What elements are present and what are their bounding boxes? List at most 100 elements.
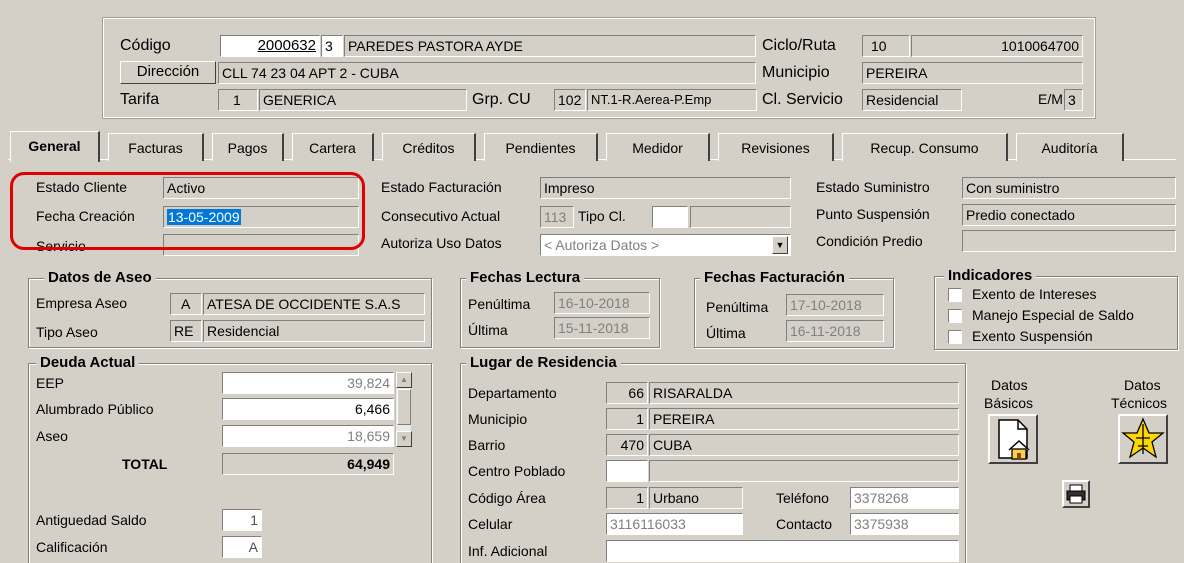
res-municipio-label: Municipio <box>468 411 528 427</box>
autoriza-select[interactable]: < Autoriza Datos > ▼ <box>540 234 791 256</box>
tipo-aseo-field: Residencial <box>203 320 425 342</box>
lectura-ultima-field: 15-11-2018 <box>554 317 650 339</box>
datos-basicos-label-1: Datos <box>991 377 1028 393</box>
celular-field[interactable]: 3116116033 <box>606 513 743 535</box>
municipio-header-label: Municipio <box>762 64 830 81</box>
codigo-field[interactable]: 2000632 <box>220 35 320 57</box>
condicion-predio-label: Condición Predio <box>816 233 923 249</box>
telefono-field[interactable]: 3378268 <box>850 487 959 509</box>
scroll-down-icon[interactable]: ▼ <box>396 431 412 447</box>
barrio-code-field: 470 <box>606 434 648 456</box>
consecutivo-label: Consecutivo Actual <box>381 208 501 224</box>
deuda-aseo-value: 18,659 <box>222 425 394 447</box>
facturacion-penultima-label: Penúltima <box>706 299 769 315</box>
direccion-button[interactable]: Dirección <box>120 61 216 84</box>
inf-adicional-field[interactable] <box>606 540 959 562</box>
facturacion-penultima-field: 17-10-2018 <box>786 294 884 316</box>
tipo-cl-desc-field <box>690 206 791 228</box>
ciclo-ruta-label: Ciclo/Ruta <box>762 37 836 54</box>
condicion-predio-field <box>962 230 1176 252</box>
centro-poblado-code-field[interactable] <box>606 460 648 482</box>
punto-suspension-label: Punto Suspensión <box>816 206 930 222</box>
scroll-up-icon[interactable]: ▲ <box>396 372 412 388</box>
deuda-title: Deuda Actual <box>36 354 140 371</box>
datos-basicos-label-2: Básicos <box>984 395 1034 411</box>
direccion-field: CLL 74 23 04 APT 2 - CUBA <box>218 62 756 84</box>
res-municipio-field: PEREIRA <box>649 408 959 430</box>
tab-facturas[interactable]: Facturas <box>108 133 204 161</box>
residencia-title: Lugar de Residencia <box>466 354 621 371</box>
exento-intereses-checkbox[interactable] <box>948 288 962 302</box>
fechas-facturacion-title: Fechas Facturación <box>700 269 849 286</box>
contacto-label: Contacto <box>776 516 833 532</box>
deuda-total-value: 64,949 <box>222 453 394 475</box>
departamento-code-field: 66 <box>606 382 648 404</box>
tab-general[interactable]: General <box>10 131 100 162</box>
datos-tecnicos-label-1: Datos <box>1124 377 1161 393</box>
centro-poblado-field <box>649 460 959 482</box>
printer-icon <box>1066 484 1086 504</box>
codigo-area-field: Urbano <box>649 487 743 509</box>
barrio-field: CUBA <box>649 434 959 456</box>
document-home-icon <box>998 419 1030 460</box>
scroll-thumb[interactable] <box>397 389 411 425</box>
exento-suspension-label: Exento Suspensión <box>972 328 1093 344</box>
departamento-field: RISARALDA <box>649 382 959 404</box>
datos-basicos-button[interactable] <box>988 414 1038 464</box>
tipo-cl-label: Tipo Cl. <box>578 208 626 224</box>
em-label: E/M <box>1038 91 1063 107</box>
facturacion-ultima-field: 16-11-2018 <box>786 320 884 342</box>
deuda-scrollbar[interactable]: ▲ ▼ <box>395 372 412 447</box>
manejo-especial-checkbox[interactable] <box>948 309 962 323</box>
barrio-label: Barrio <box>468 437 506 453</box>
cl-servicio-field: Residencial <box>862 89 962 111</box>
estado-facturacion-label: Estado Facturación <box>381 179 502 195</box>
exento-suspension-checkbox[interactable] <box>948 330 962 344</box>
print-button[interactable] <box>1062 480 1090 508</box>
estado-suministro-field: Con suministro <box>962 177 1176 199</box>
star-tower-icon <box>1121 417 1165 459</box>
tab-revisiones[interactable]: Revisiones <box>718 133 834 161</box>
tab-cartera[interactable]: Cartera <box>292 133 374 161</box>
deuda-eep-label: EEP <box>36 375 65 391</box>
datos-tecnicos-label-2: Técnicos <box>1111 395 1168 411</box>
grp-cu-field: NT.1-R.Aerea-P.Emp <box>587 89 757 111</box>
celular-label: Celular <box>468 516 513 532</box>
tab-medidor[interactable]: Medidor <box>606 133 710 161</box>
highlight-annotation-box <box>10 172 365 250</box>
municipio-header-field: PEREIRA <box>862 62 1083 84</box>
antiguedad-field: 1 <box>222 509 262 531</box>
codigo-area-label: Código Área <box>468 490 546 506</box>
tab-creditos[interactable]: Créditos <box>382 133 476 161</box>
empresa-aseo-field: ATESA DE OCCIDENTE S.A.S <box>203 293 425 315</box>
tipo-aseo-label: Tipo Aseo <box>36 324 98 340</box>
codigo-dv-field: 3 <box>321 35 343 57</box>
indicadores-title: Indicadores <box>944 267 1037 284</box>
empresa-aseo-code-field: A <box>170 293 202 315</box>
tipo-aseo-code-field: RE <box>170 320 202 342</box>
tipo-cl-input[interactable] <box>652 206 688 228</box>
ruta-field: 1010064700 <box>911 35 1083 57</box>
contacto-field[interactable]: 3375938 <box>850 513 959 535</box>
codigo-area-code-field: 1 <box>606 487 648 509</box>
tab-auditoria[interactable]: Auditoría <box>1016 133 1124 161</box>
tab-pagos[interactable]: Pagos <box>212 133 284 161</box>
datos-tecnicos-button[interactable] <box>1118 414 1168 464</box>
tab-recup-consumo[interactable]: Recup. Consumo <box>842 133 1008 161</box>
deuda-alumbrado-value: 6,466 <box>222 398 394 420</box>
centro-poblado-label: Centro Poblado <box>468 463 566 479</box>
consecutivo-field: 113 <box>540 206 574 228</box>
ciclo-field: 10 <box>862 35 910 57</box>
tab-pendientes[interactable]: Pendientes <box>484 133 598 161</box>
tarifa-field: GENERICA <box>259 89 467 111</box>
cl-servicio-label: Cl. Servicio <box>762 91 843 108</box>
aseo-title: Datos de Aseo <box>44 269 156 286</box>
chevron-down-icon[interactable]: ▼ <box>772 236 788 254</box>
punto-suspension-field: Predio conectado <box>962 204 1176 226</box>
deuda-alumbrado-label: Alumbrado Público <box>36 401 154 417</box>
empresa-aseo-label: Empresa Aseo <box>36 295 128 311</box>
departamento-label: Departamento <box>468 385 557 401</box>
estado-facturacion-field: Impreso <box>540 177 791 199</box>
telefono-label: Teléfono <box>776 490 829 506</box>
calificacion-field: A <box>222 536 262 558</box>
